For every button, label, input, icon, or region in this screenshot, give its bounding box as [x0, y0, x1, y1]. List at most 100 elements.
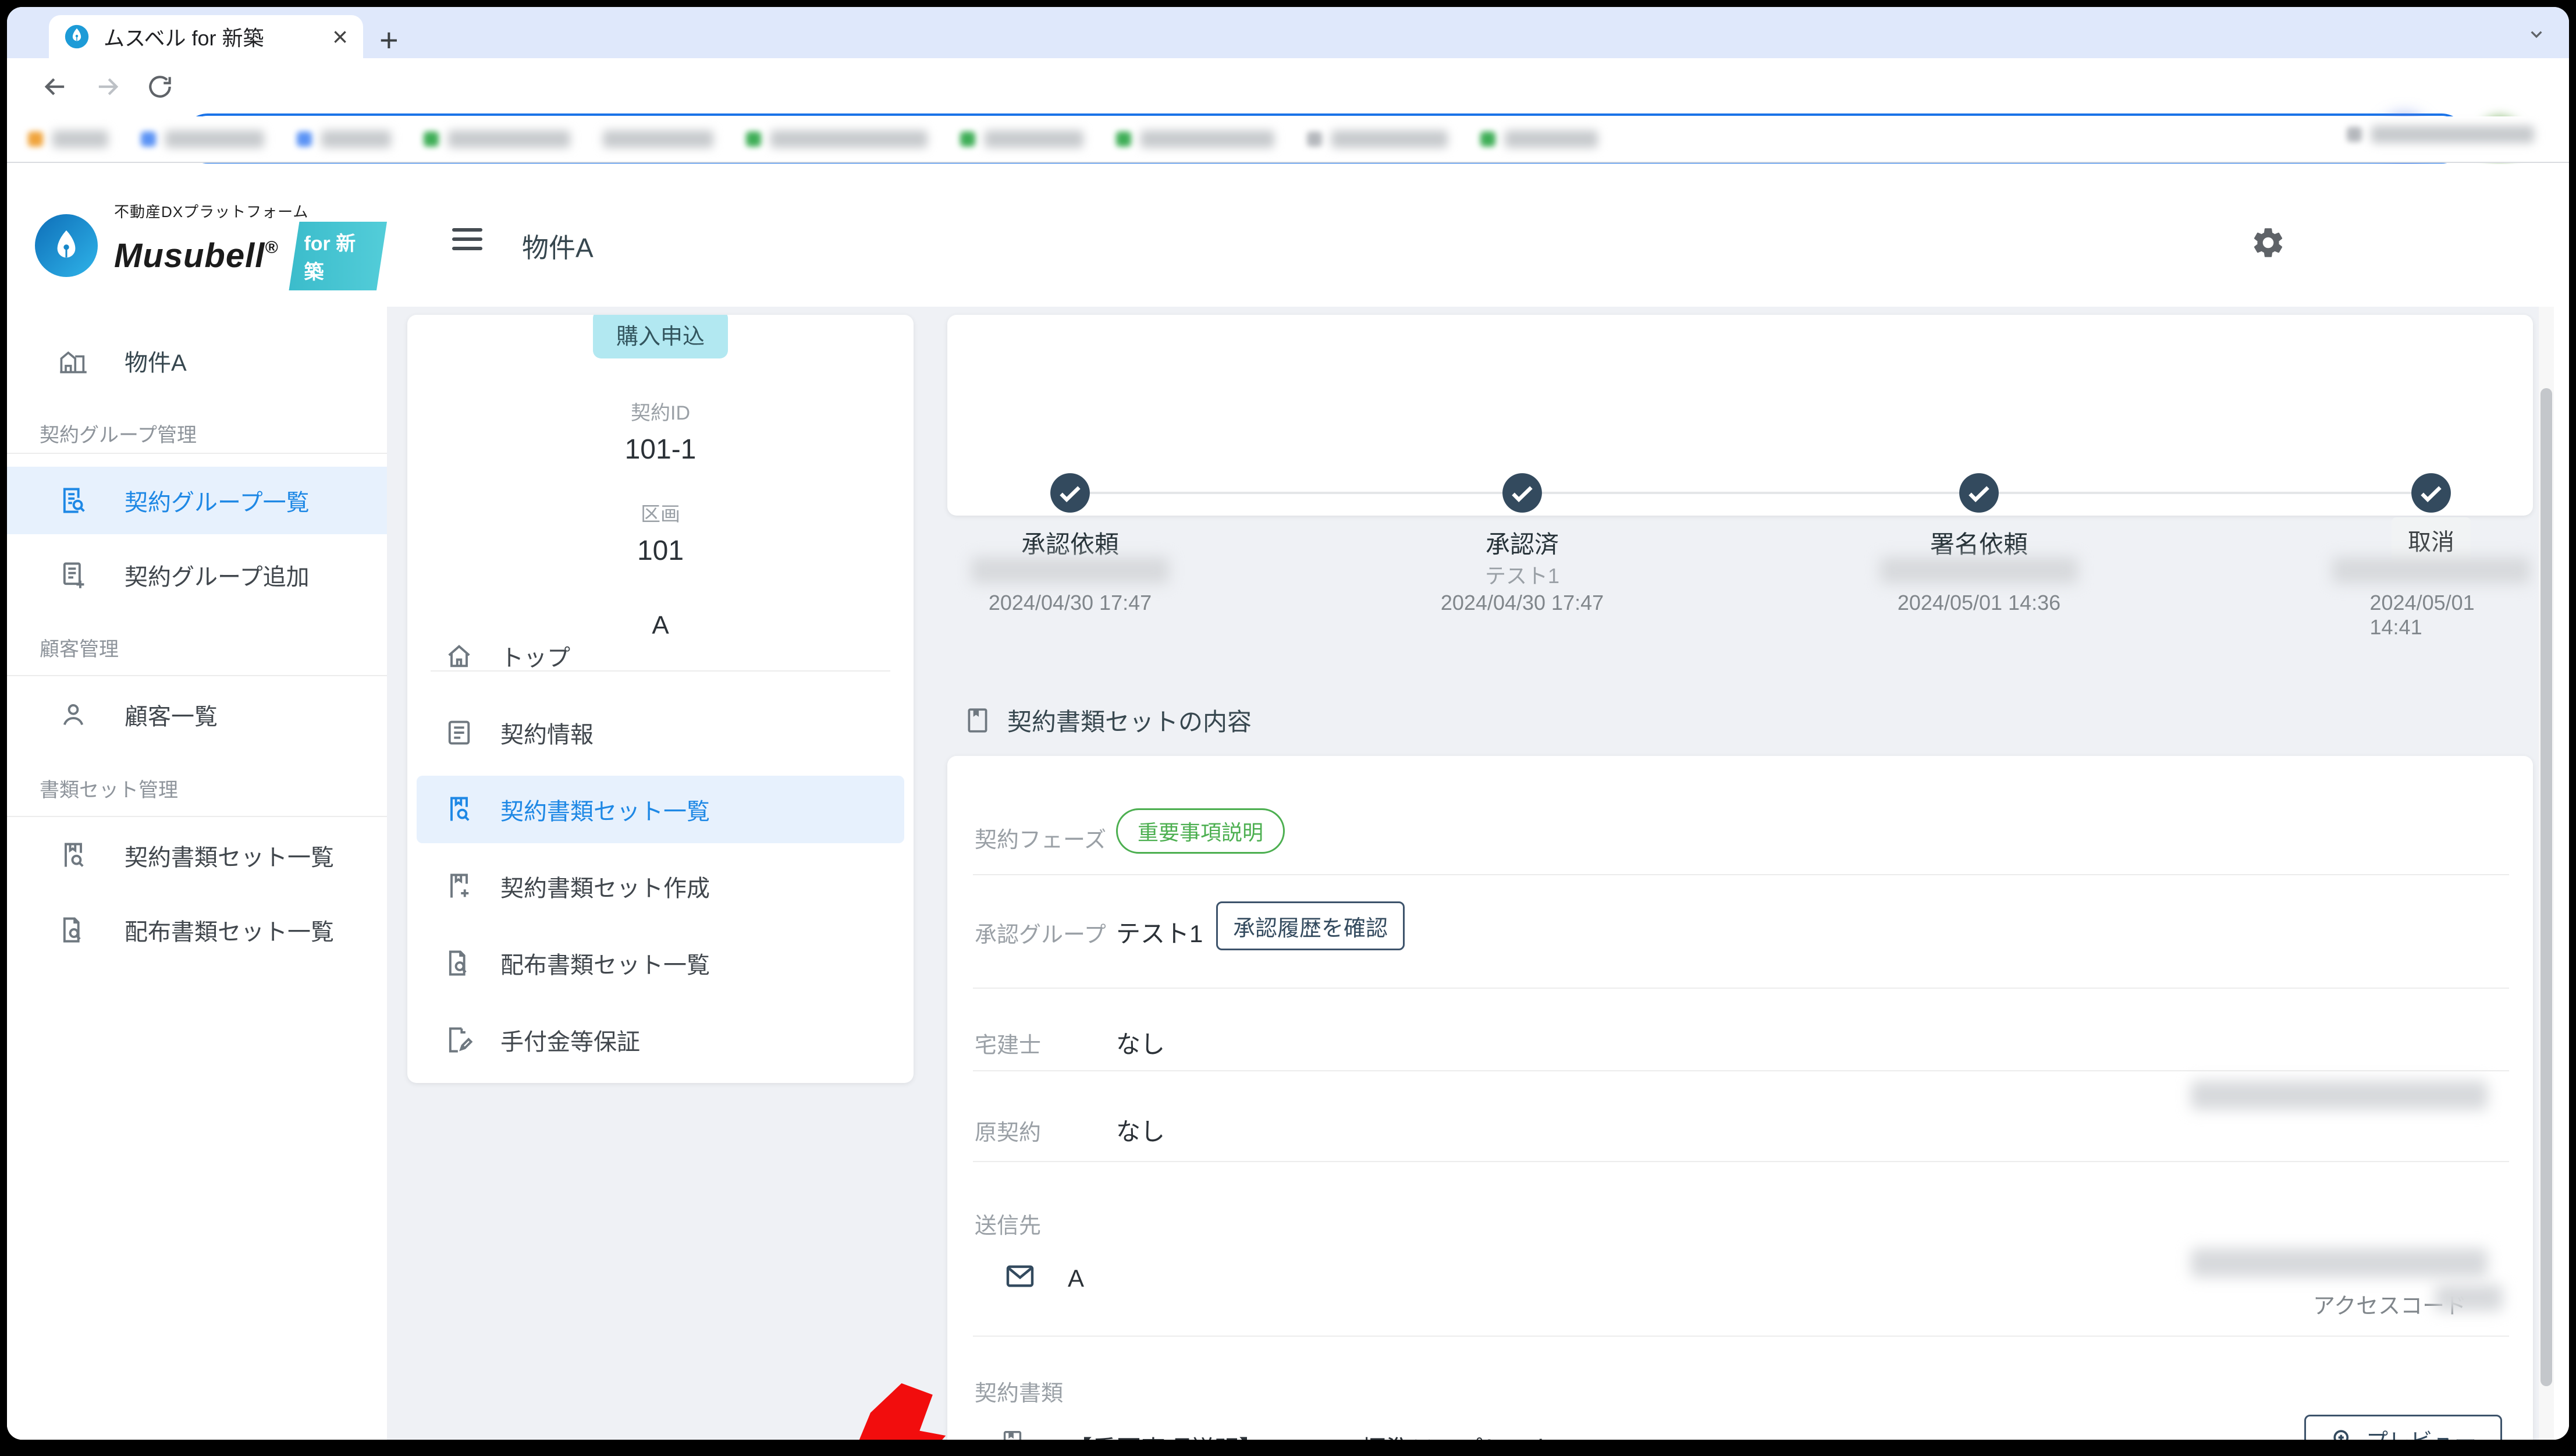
- divider: [973, 1070, 2509, 1071]
- contract-id-label: 契約ID: [631, 402, 690, 424]
- bookmark-icon: [999, 1429, 1026, 1440]
- sidebar-item-contract-group-list[interactable]: 契約グループ一覧: [7, 467, 387, 534]
- step-date: 2024/04/30 17:47: [988, 591, 1152, 615]
- document-plus-icon: [58, 560, 88, 590]
- forward-button[interactable]: [87, 66, 128, 107]
- bookmark-item[interactable]: [28, 130, 108, 148]
- section-label: 区画: [641, 503, 680, 525]
- email-redacted: [2191, 1248, 2488, 1277]
- recipient-value: A: [1068, 1265, 1085, 1292]
- document-search-icon: [443, 948, 475, 978]
- sidebar-item-contract-docset-list[interactable]: 契約書類セット一覧: [7, 822, 387, 889]
- divider: [7, 675, 387, 676]
- step-check-icon: [2410, 471, 2453, 514]
- sidebar-item-label: 物件A: [125, 350, 187, 376]
- agent-value: なし: [1116, 1031, 1166, 1058]
- sidebar-item-label: 配布書類セット一覧: [125, 919, 334, 945]
- bookmark-item[interactable]: [1480, 130, 1598, 148]
- app-root: 不動産DXプラットフォーム Musubell® for 新築 物件A 契約グルー: [7, 164, 2569, 1440]
- phase-label: 契約フェーズ: [975, 828, 1107, 853]
- menu-item-contract-info[interactable]: 契約情報: [417, 699, 904, 766]
- sidebar-item-label: 顧客一覧: [125, 704, 218, 730]
- brand-name: Musubell®: [114, 236, 279, 275]
- app-sidebar: 不動産DXプラットフォーム Musubell® for 新築 物件A 契約グルー: [7, 164, 387, 1440]
- phase-badge: 重要事項説明: [1116, 808, 1285, 854]
- menu-item-contract-docset-list[interactable]: 契約書類セット一覧: [417, 776, 904, 843]
- menu-item-label: 契約書類セット作成: [500, 876, 710, 901]
- sidebar-item-property[interactable]: 物件A: [7, 327, 387, 395]
- divider: [973, 1336, 2509, 1337]
- approval-history-button[interactable]: 承認履歴を確認: [1216, 901, 1405, 950]
- bookmark-search-icon: [58, 840, 88, 871]
- site-favicon: [64, 24, 90, 49]
- bookmark-item[interactable]: [424, 130, 570, 148]
- stepper-line: [1070, 492, 2431, 494]
- step-label: 署名依頼: [1930, 531, 2028, 558]
- document-pen-icon: [443, 1025, 475, 1055]
- browser-toolbar: [7, 58, 2569, 164]
- bookmarks-overflow[interactable]: [2347, 126, 2534, 143]
- bookmark-search-icon: [443, 794, 475, 825]
- step-label: 承認依頼: [1021, 531, 1120, 558]
- preview-button[interactable]: プレビュー: [2304, 1415, 2502, 1440]
- status-badge: 購入申込: [592, 315, 728, 358]
- step-name-redacted: [971, 557, 1169, 584]
- agent-label: 宅建士: [975, 1034, 1042, 1058]
- home-icon: [443, 641, 475, 671]
- bookmark-item[interactable]: [1116, 130, 1274, 148]
- browser-window: ムスベル for 新築 × + 不動産DXプラットフォーム Musubell® …: [7, 7, 2569, 1440]
- new-tab-button[interactable]: +: [379, 21, 399, 59]
- sidebar-section-docset: 書類セット管理: [40, 779, 178, 801]
- step-date: 2024/05/01 14:36: [1897, 591, 2061, 615]
- menu-item-label: 手付金等保証: [500, 1029, 640, 1055]
- person-icon: [58, 699, 88, 730]
- menu-item-dist-docset-list[interactable]: 配布書類セット一覧: [417, 929, 904, 997]
- sidebar-section-contract-group: 契約グループ管理: [40, 424, 197, 446]
- sidebar-item-contract-group-add[interactable]: 契約グループ追加: [7, 541, 387, 609]
- menu-hamburger-icon[interactable]: [452, 222, 482, 256]
- tab-strip: ムスベル for 新築 × +: [7, 7, 2569, 58]
- musubell-logo-icon: [35, 214, 98, 277]
- back-button[interactable]: [35, 66, 76, 107]
- page-title: 物件A: [522, 233, 594, 263]
- menu-item-contract-docset-create[interactable]: 契約書類セット作成: [417, 853, 904, 920]
- approval-group-label: 承認グループ: [975, 923, 1106, 947]
- menu-item-label: 配布書類セット一覧: [500, 953, 710, 978]
- annotation-red-arrow-icon: [845, 1383, 956, 1440]
- contract-id-value: 101-1: [624, 434, 697, 465]
- sidebar-item-customer-list[interactable]: 顧客一覧: [7, 681, 387, 748]
- brand-badge: for 新築: [289, 222, 387, 290]
- menu-item-top[interactable]: トップ: [417, 622, 904, 690]
- approval-stepper-card: [947, 315, 2533, 516]
- browser-tab[interactable]: ムスベル for 新築 ×: [49, 15, 363, 58]
- bookmark-item[interactable]: [960, 130, 1083, 148]
- sidebar-item-dist-docset-list[interactable]: 配布書類セット一覧: [7, 896, 387, 964]
- tab-strip-chevron-icon[interactable]: [2525, 22, 2548, 45]
- recipient-label: 送信先: [975, 1214, 1042, 1238]
- bookmark-item[interactable]: [1307, 130, 1448, 148]
- menu-item-label: トップ: [500, 645, 570, 671]
- divider: [973, 874, 2509, 875]
- divider: [7, 816, 387, 817]
- bookmark-item[interactable]: [297, 130, 391, 148]
- scrollbar-thumb[interactable]: [2541, 388, 2552, 1386]
- bookmark-item[interactable]: [603, 130, 713, 148]
- bookmark-item[interactable]: [141, 130, 264, 148]
- email-redacted: [2191, 1081, 2488, 1110]
- divider: [7, 453, 387, 454]
- mail-icon: [1004, 1260, 1036, 1292]
- menu-item-deposit-guarantee[interactable]: 手付金等保証: [417, 1006, 904, 1074]
- step-date: 2024/05/01 14:41: [2369, 591, 2475, 639]
- bookmark-item[interactable]: [746, 130, 928, 148]
- tab-close-icon[interactable]: ×: [332, 23, 348, 50]
- main-content: 購入申込 契約ID 101-1 区画 101 A トップ 契約情報 契約書類セッ…: [387, 307, 2554, 1440]
- page-scrollbar[interactable]: [2539, 307, 2554, 1440]
- step-date: 2024/04/30 17:47: [1440, 591, 1604, 615]
- document-lines-icon: [443, 718, 475, 748]
- brand-tagline: 不動産DXプラットフォーム: [114, 203, 309, 221]
- reload-button[interactable]: [140, 66, 180, 107]
- divider: [973, 1161, 2509, 1162]
- app-header: 物件A: [387, 164, 2569, 307]
- settings-gear-icon[interactable]: [2250, 225, 2286, 261]
- bookmarks-bar: [7, 116, 2569, 163]
